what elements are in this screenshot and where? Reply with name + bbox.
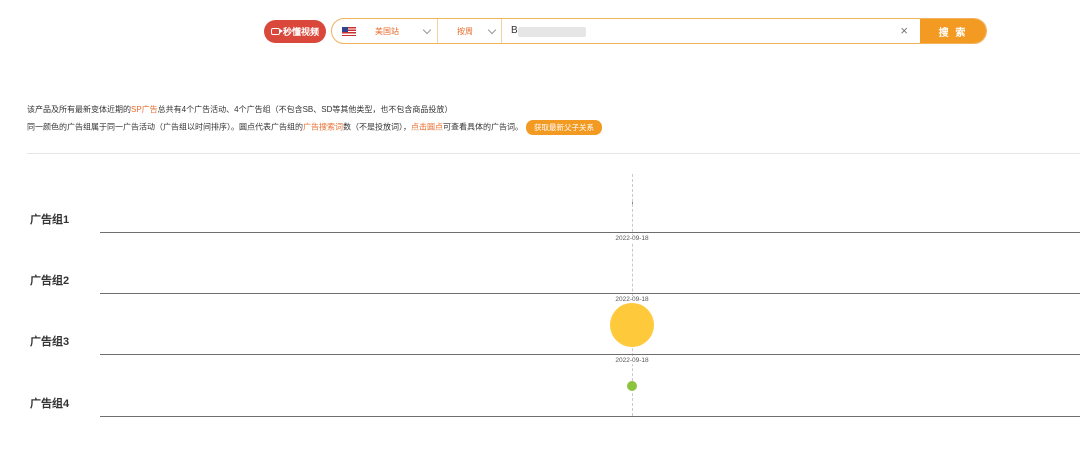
search-button[interactable]: 搜 索 [920, 19, 986, 43]
video-button-label: 秒懂视频 [282, 27, 319, 37]
date-tick-label: 2022-09-18 [614, 296, 650, 303]
video-tutorial-button[interactable]: 秒懂视频 [264, 20, 326, 43]
info-highlight: 广告搜索词 [303, 122, 343, 132]
ad-group-bubble[interactable] [627, 381, 637, 391]
period-select[interactable]: 按周 [438, 19, 502, 43]
info-line-2: 同一颜色的广告组属于同一广告活动（广告组以时间排序）。圆点代表广告组的广告搜索词… [27, 120, 602, 135]
search-input-value: B [511, 25, 518, 36]
date-gridline [632, 174, 633, 416]
site-select[interactable]: 美国站 [332, 19, 438, 43]
date-tick-label: 2022-09-18 [614, 235, 650, 242]
data-point[interactable] [632, 202, 633, 204]
row-label: 广告组2 [30, 275, 70, 287]
redacted-text [518, 27, 586, 37]
row-label: 广告组1 [30, 214, 70, 226]
row-axis-line [100, 416, 1080, 417]
divider [27, 153, 1080, 154]
row-label: 广告组4 [30, 398, 70, 410]
site-label: 美国站 [375, 27, 399, 36]
info-highlight: 点击圆点 [411, 122, 443, 132]
info-highlight: SP广告 [131, 105, 158, 114]
row-axis-line [100, 293, 1080, 294]
info-text: 总共有4个广告活动、4个广告组（不包含SB、SD等其他类型，也不包含商品投放） [157, 105, 453, 114]
ad-group-bubble[interactable] [610, 303, 654, 347]
clear-icon[interactable]: × [900, 23, 908, 38]
date-tick-label: 2022-09-18 [614, 357, 650, 364]
search-bar: 美国站 按周 B × 搜 索 [331, 18, 987, 44]
us-flag-icon [342, 27, 356, 36]
info-text: 数（不是投放词）， [343, 122, 411, 132]
chevron-down-icon [422, 25, 432, 35]
search-input[interactable]: B × [502, 19, 920, 43]
info-text: 同一颜色的广告组属于同一广告活动（广告组以时间排序）。圆点代表广告组的 [27, 122, 303, 132]
info-text: 可查看具体的广告词。 [443, 122, 523, 132]
row-axis-line [100, 354, 1080, 355]
refresh-parent-child-button[interactable]: 获取最新父子关系 [526, 120, 602, 135]
video-camera-icon [270, 28, 283, 35]
chevron-down-icon [487, 25, 497, 35]
info-line-1: 该产品及所有最新变体近期的SP广告总共有4个广告活动、4个广告组（不包含SB、S… [27, 104, 452, 115]
row-axis-line [100, 232, 1080, 233]
info-text: 该产品及所有最新变体近期的 [27, 105, 131, 114]
row-label: 广告组3 [30, 336, 70, 348]
period-label: 按周 [457, 27, 473, 36]
